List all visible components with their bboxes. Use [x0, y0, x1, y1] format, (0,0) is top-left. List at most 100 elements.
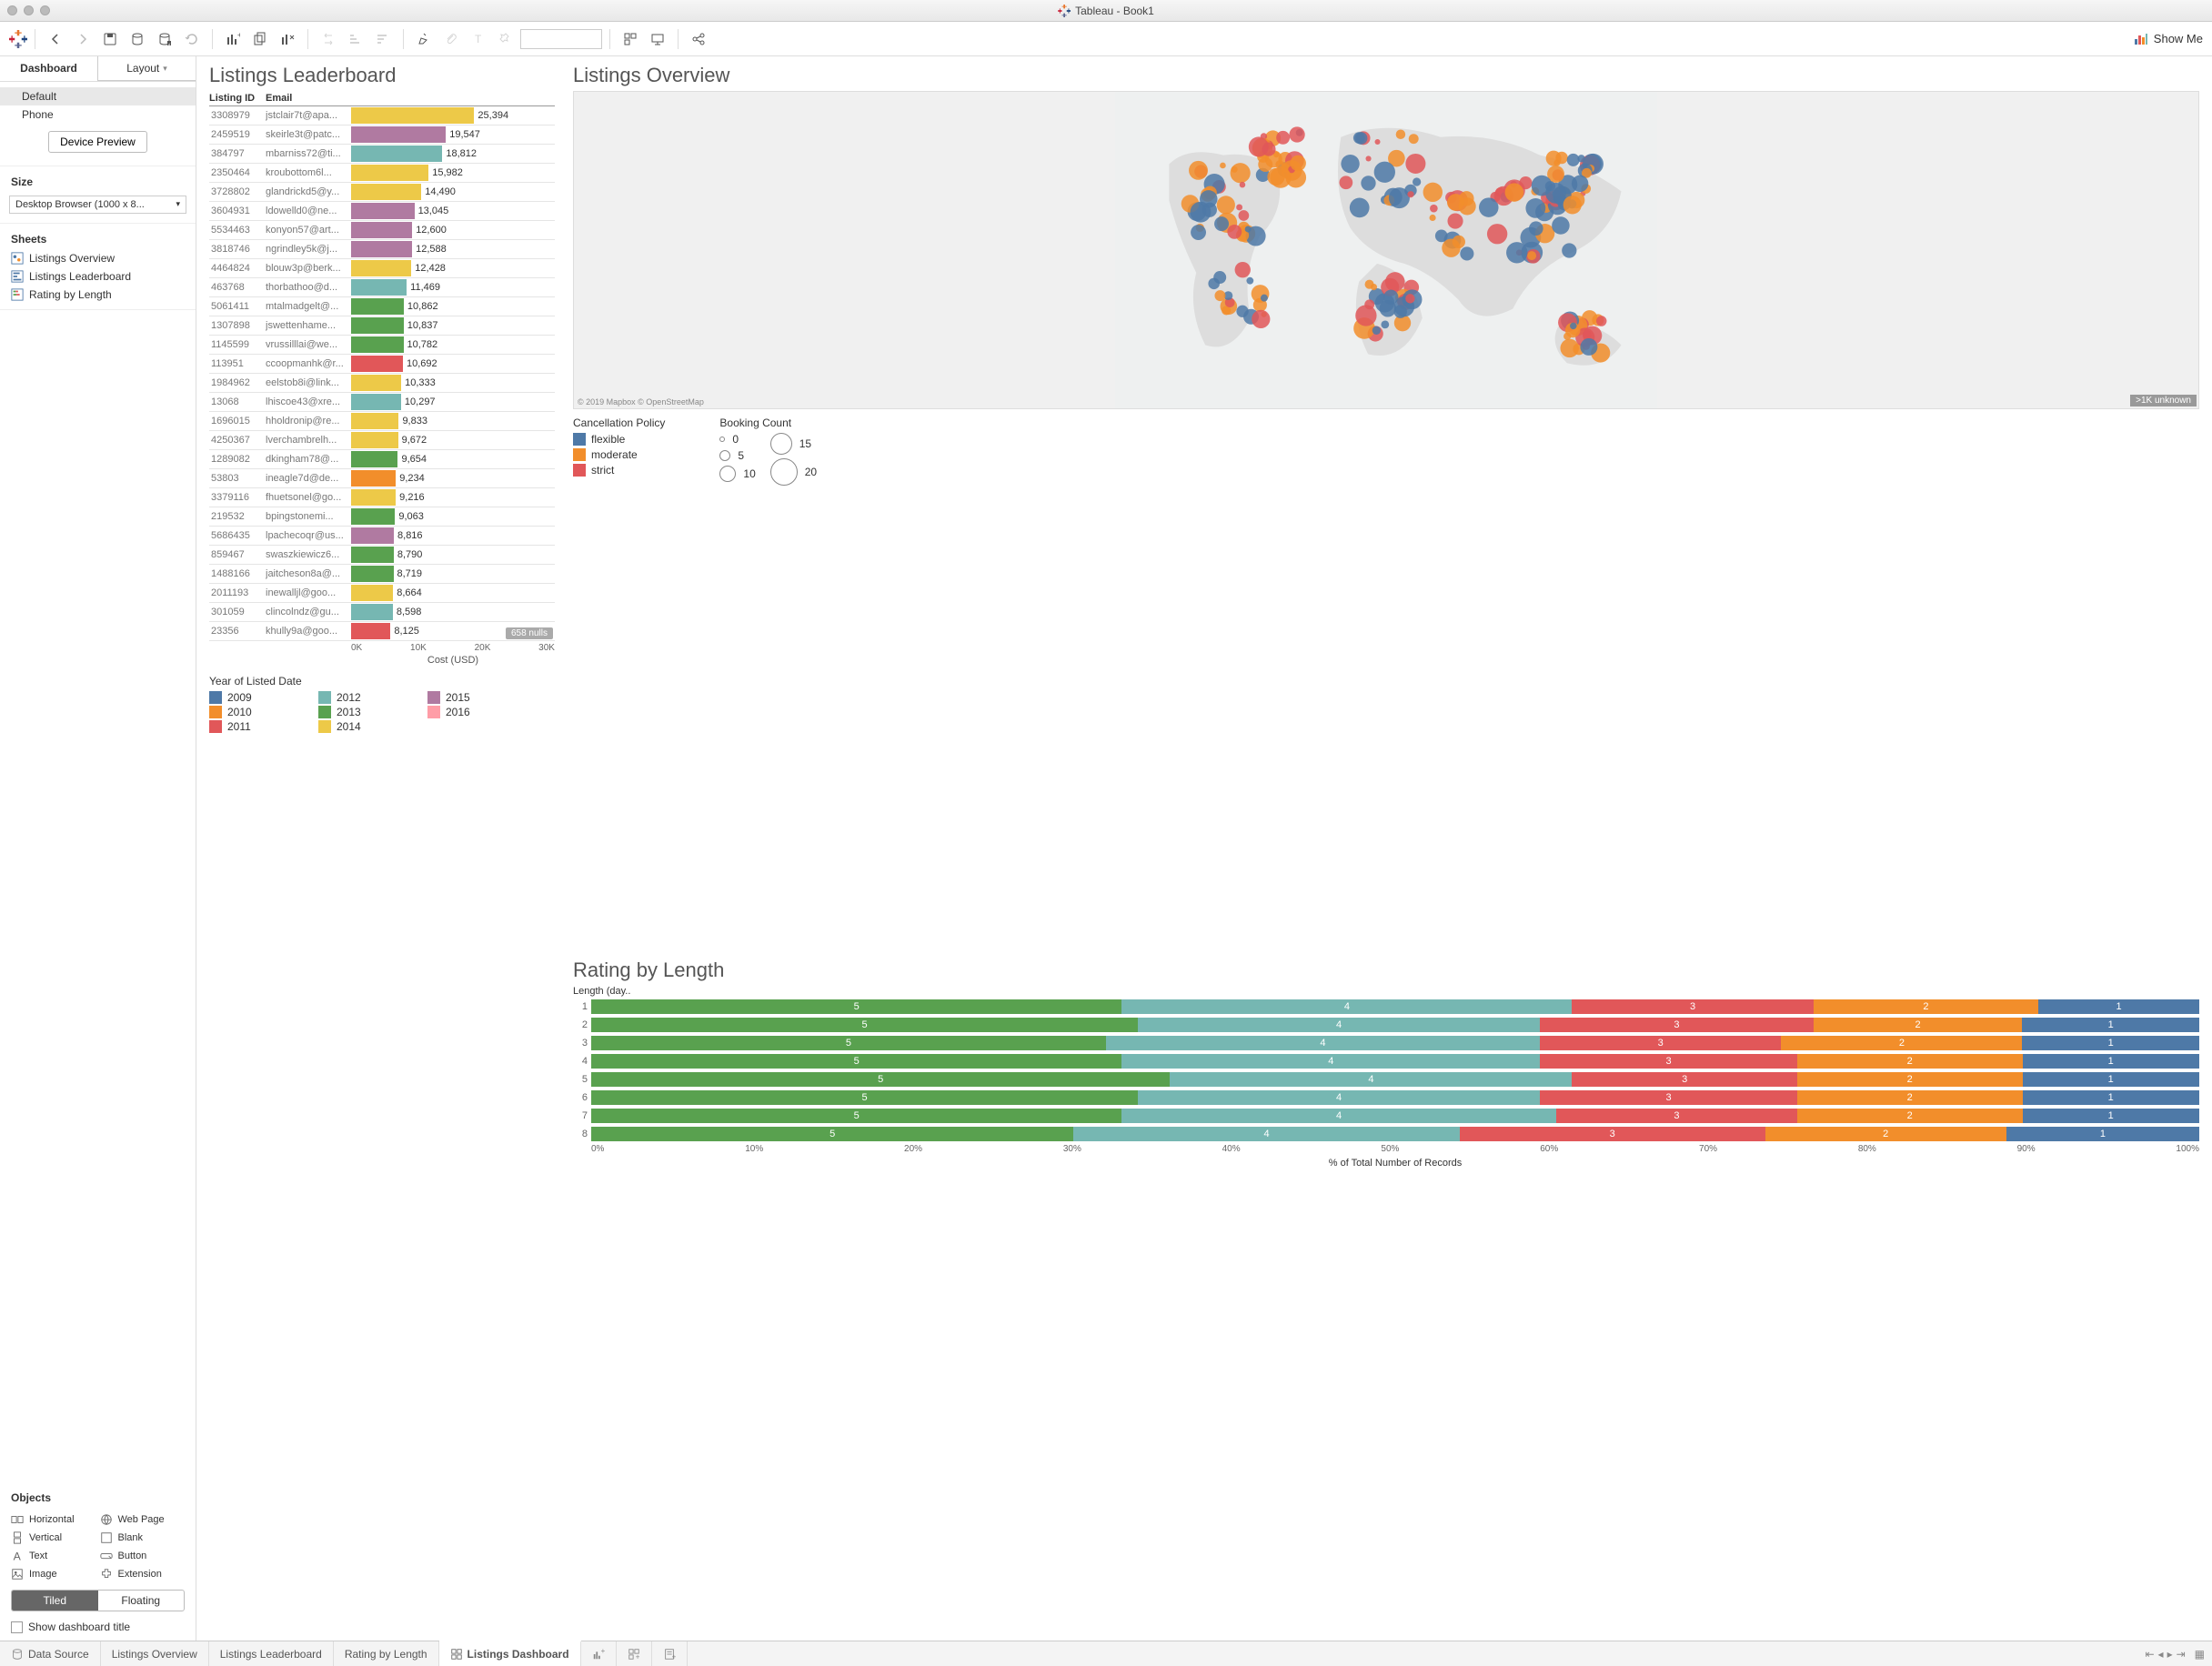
tab-last-icon[interactable]: ⇥: [2177, 1648, 2186, 1661]
rating-segment[interactable]: 3: [1572, 1072, 1797, 1087]
object-web-page[interactable]: Web Page: [100, 1513, 186, 1526]
rating-segment[interactable]: 4: [1121, 999, 1572, 1014]
presentation-button[interactable]: [645, 26, 670, 52]
rating-segment[interactable]: 2: [1797, 1109, 2023, 1123]
tab-first-icon[interactable]: ⇤: [2145, 1648, 2154, 1661]
world-map[interactable]: © 2019 Mapbox © OpenStreetMap >1K unknow…: [573, 91, 2199, 409]
rating-segment[interactable]: 5: [591, 999, 1121, 1014]
legend-item[interactable]: 2015: [427, 691, 518, 704]
table-row[interactable]: 301059 clincolndz@gu... 8,598: [209, 603, 555, 622]
rating-segment[interactable]: 5: [591, 1054, 1121, 1069]
rating-segment[interactable]: 2: [1814, 999, 2039, 1014]
legend-item[interactable]: 2016: [427, 706, 518, 718]
table-row[interactable]: 384797 mbarniss72@ti... 18,812: [209, 145, 555, 164]
back-button[interactable]: [43, 26, 68, 52]
rating-segment[interactable]: 5: [591, 1072, 1170, 1087]
rating-segment[interactable]: 4: [1073, 1127, 1459, 1141]
rating-segment[interactable]: 3: [1460, 1127, 1765, 1141]
sheet-item[interactable]: Listings Overview: [0, 249, 196, 267]
table-row[interactable]: 1696015 hholdronip@re... 9,833: [209, 412, 555, 431]
object-vertical[interactable]: Vertical: [11, 1531, 96, 1544]
sheet-item[interactable]: Rating by Length: [0, 286, 196, 304]
sort-desc-button[interactable]: [370, 26, 396, 52]
table-row[interactable]: 4250367 lverchambrelh... 9,672: [209, 431, 555, 450]
rating-segment[interactable]: 4: [1170, 1072, 1572, 1087]
pin-button[interactable]: [493, 26, 518, 52]
toolbar-search-input[interactable]: [520, 29, 602, 49]
close-icon[interactable]: [7, 5, 17, 15]
object-text[interactable]: AText: [11, 1550, 96, 1562]
size-legend-item[interactable]: 20: [770, 458, 817, 486]
size-legend-item[interactable]: 5: [719, 449, 755, 462]
table-row[interactable]: 859467 swaszkiewicz6... 8,790: [209, 546, 555, 565]
table-row[interactable]: 1307898 jswettenhame... 10,837: [209, 316, 555, 336]
swap-button[interactable]: [316, 26, 341, 52]
table-row[interactable]: 23356 khully9a@goo... 8,125: [209, 622, 555, 641]
attach-button[interactable]: [438, 26, 464, 52]
tab-prev-icon[interactable]: ◂: [2158, 1648, 2164, 1661]
rating-segment[interactable]: 4: [1121, 1109, 1555, 1123]
table-row[interactable]: 13068 lhiscoe43@xre... 10,297: [209, 393, 555, 412]
legend-item[interactable]: 2011: [209, 720, 300, 733]
legend-item[interactable]: 2014: [318, 720, 409, 733]
refresh-button[interactable]: [179, 26, 205, 52]
rating-segment[interactable]: 1: [2022, 1018, 2198, 1032]
rating-segment[interactable]: 3: [1540, 1054, 1797, 1069]
pause-button[interactable]: [152, 26, 177, 52]
legend-item[interactable]: strict: [573, 464, 665, 477]
size-legend-item[interactable]: 10: [719, 466, 755, 482]
save-button[interactable]: [97, 26, 123, 52]
sheet-tab[interactable]: Rating by Length: [334, 1641, 439, 1666]
table-row[interactable]: 5061411 mtalmadgelt@... 10,862: [209, 297, 555, 316]
size-legend-item[interactable]: 0: [719, 433, 755, 446]
rating-segment[interactable]: 2: [1797, 1054, 2023, 1069]
table-row[interactable]: 5534463 konyon57@art... 12,600: [209, 221, 555, 240]
legend-item[interactable]: 2010: [209, 706, 300, 718]
sheet-tab[interactable]: Listings Leaderboard: [209, 1641, 334, 1666]
new-datasource-button[interactable]: [125, 26, 150, 52]
new-dashboard-button[interactable]: +: [617, 1641, 652, 1666]
table-row[interactable]: 1145599 vrussilllai@we... 10,782: [209, 336, 555, 355]
rating-segment[interactable]: 2: [1781, 1036, 2022, 1050]
table-row[interactable]: 53803 ineagle7d@de... 9,234: [209, 469, 555, 488]
rating-segment[interactable]: 5: [591, 1109, 1121, 1123]
table-row[interactable]: 113951 ccoopmanhk@r... 10,692: [209, 355, 555, 374]
table-row[interactable]: 3308979 jstclair7t@apa... 25,394: [209, 106, 555, 125]
data-source-tab[interactable]: Data Source: [0, 1641, 101, 1666]
rating-segment[interactable]: 4: [1138, 1018, 1540, 1032]
tab-layout[interactable]: Layout▾: [97, 56, 196, 81]
rating-segment[interactable]: 5: [591, 1127, 1073, 1141]
rating-segment[interactable]: 4: [1106, 1036, 1540, 1050]
rating-segment[interactable]: 2: [1765, 1127, 2006, 1141]
sort-asc-button[interactable]: [343, 26, 368, 52]
size-dropdown[interactable]: Desktop Browser (1000 x 8...▾: [9, 196, 186, 214]
clear-button[interactable]: [275, 26, 300, 52]
rating-segment[interactable]: 3: [1540, 1090, 1797, 1105]
table-row[interactable]: 2011193 inewalljl@goo... 8,664: [209, 584, 555, 603]
new-story-button[interactable]: +: [652, 1641, 688, 1666]
text-button[interactable]: T: [466, 26, 491, 52]
table-row[interactable]: 3818746 ngrindley5k@j... 12,588: [209, 240, 555, 259]
rating-segment[interactable]: 4: [1138, 1090, 1540, 1105]
rating-segment[interactable]: 3: [1572, 999, 1813, 1014]
map-unknown-badge[interactable]: >1K unknown: [2130, 395, 2197, 406]
legend-item[interactable]: 2009: [209, 691, 300, 704]
rating-segment[interactable]: 1: [2023, 1090, 2199, 1105]
floating-button[interactable]: Floating: [98, 1591, 185, 1611]
sheet-tab[interactable]: Listings Dashboard: [439, 1641, 581, 1666]
object-blank[interactable]: Blank: [100, 1531, 186, 1544]
rating-segment[interactable]: 3: [1540, 1036, 1781, 1050]
rating-segment[interactable]: 5: [591, 1090, 1138, 1105]
table-row[interactable]: 2350464 kroubottom6l... 15,982: [209, 164, 555, 183]
tiled-button[interactable]: Tiled: [12, 1591, 98, 1611]
legend-item[interactable]: 2013: [318, 706, 409, 718]
forward-button[interactable]: [70, 26, 96, 52]
rating-segment[interactable]: 1: [2023, 1054, 2199, 1069]
maximize-icon[interactable]: [40, 5, 50, 15]
minimize-icon[interactable]: [24, 5, 34, 15]
object-image[interactable]: Image: [11, 1568, 96, 1581]
table-row[interactable]: 5686435 lpachecoqr@us... 8,816: [209, 527, 555, 546]
rating-segment[interactable]: 1: [2038, 999, 2199, 1014]
legend-item[interactable]: moderate: [573, 448, 665, 461]
rating-segment[interactable]: 3: [1540, 1018, 1814, 1032]
